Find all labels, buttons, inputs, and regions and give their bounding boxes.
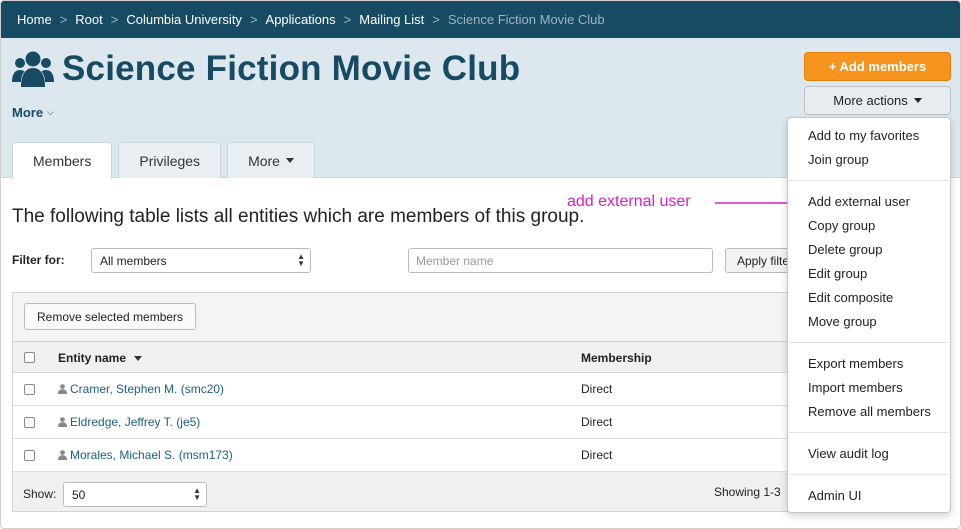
- caret-down-icon: [285, 158, 294, 163]
- entity-link[interactable]: Morales, Michael S. (msm173): [58, 448, 233, 462]
- menu-item-join-group[interactable]: Join group: [808, 152, 869, 167]
- title-row: Science Fiction Movie Club: [12, 49, 520, 89]
- menu-divider: [789, 342, 949, 343]
- menu-item-add-to-favorites[interactable]: Add to my favorites: [808, 128, 919, 143]
- entity-name: Cramer, Stephen M. (smc20): [70, 382, 225, 396]
- menu-item-admin-ui[interactable]: Admin UI: [808, 488, 861, 503]
- menu-item-edit-group[interactable]: Edit group: [808, 266, 867, 281]
- more-actions-menu: Add to my favorites Join group Add exter…: [787, 117, 951, 513]
- table-row: Cramer, Stephen M. (smc20) Direct: [13, 373, 801, 406]
- remove-selected-members-button[interactable]: Remove selected members: [24, 303, 197, 330]
- menu-item-delete-group[interactable]: Delete group: [808, 242, 882, 257]
- menu-divider: [789, 432, 949, 433]
- more-actions-button[interactable]: More actions: [804, 86, 951, 115]
- filter-label: Filter for:: [12, 253, 65, 267]
- filter-select[interactable]: All members ▲ ▼: [91, 248, 311, 273]
- tab-bar: Members Privileges More: [12, 142, 321, 179]
- more-link-label: More: [12, 105, 44, 120]
- row-checkbox[interactable]: [24, 417, 35, 428]
- menu-divider: [789, 180, 949, 181]
- tab-privileges[interactable]: Privileges: [118, 142, 222, 178]
- menu-divider: [789, 474, 949, 475]
- membership-value: Direct: [581, 415, 613, 429]
- more-link[interactable]: More ⌵: [12, 105, 54, 120]
- menu-item-export-members[interactable]: Export members: [808, 356, 903, 371]
- page-size-select[interactable]: 50 ▲ ▼: [63, 482, 207, 507]
- breadcrumb-root[interactable]: Root: [75, 12, 102, 27]
- add-members-button[interactable]: + Add members: [804, 52, 951, 81]
- breadcrumb-columbia[interactable]: Columbia University: [126, 12, 242, 27]
- row-checkbox[interactable]: [24, 450, 35, 461]
- page-title: Science Fiction Movie Club: [62, 49, 521, 88]
- table-footer: Show: 50 ▲ ▼ Showing 1-3: [13, 473, 801, 511]
- member-name-input[interactable]: Member name: [408, 248, 713, 273]
- breadcrumb-separator: >: [110, 12, 119, 27]
- table-row: Eldredge, Jeffrey T. (je5) Direct: [13, 406, 801, 439]
- menu-item-move-group[interactable]: Move group: [808, 314, 877, 329]
- tab-members[interactable]: Members: [12, 142, 113, 179]
- breadcrumb-separator: >: [343, 12, 352, 27]
- entity-name: Eldredge, Jeffrey T. (je5): [70, 415, 201, 429]
- row-checkbox[interactable]: [24, 384, 35, 395]
- updown-arrows-icon: ▲ ▼: [297, 252, 305, 268]
- breadcrumb-current: Science Fiction Movie Club: [447, 12, 605, 27]
- column-label: Entity name: [58, 351, 127, 365]
- tab-more[interactable]: More: [227, 142, 315, 178]
- table-row: Morales, Michael S. (msm173) Direct: [13, 439, 801, 472]
- menu-item-edit-composite[interactable]: Edit composite: [808, 290, 893, 305]
- sort-down-icon: [134, 356, 143, 362]
- breadcrumb-separator: >: [249, 12, 258, 27]
- breadcrumb-separator: >: [59, 12, 68, 27]
- menu-item-import-members[interactable]: Import members: [808, 380, 903, 395]
- annotation-label: add external user: [567, 193, 691, 210]
- caret-down-icon: [913, 98, 922, 103]
- breadcrumb-separator: >: [432, 12, 440, 27]
- breadcrumb: Home > Root > Columbia University > Appl…: [1, 1, 960, 38]
- tab-label: More: [248, 152, 280, 169]
- select-all-checkbox[interactable]: [24, 352, 35, 363]
- more-actions-label: More actions: [833, 93, 908, 108]
- person-icon: [58, 450, 67, 460]
- person-icon: [58, 417, 67, 427]
- column-entity-name[interactable]: Entity name: [58, 351, 143, 365]
- breadcrumb-mailing-list[interactable]: Mailing List: [359, 12, 424, 27]
- breadcrumb-home[interactable]: Home: [17, 12, 52, 27]
- table-header: Entity name Membership: [13, 341, 801, 373]
- column-membership[interactable]: Membership: [581, 351, 652, 365]
- page-size-value: 50: [72, 487, 86, 502]
- breadcrumb-applications[interactable]: Applications: [266, 12, 336, 27]
- entity-link[interactable]: Eldredge, Jeffrey T. (je5): [58, 415, 200, 429]
- membership-value: Direct: [581, 382, 613, 396]
- menu-item-copy-group[interactable]: Copy group: [808, 218, 875, 233]
- members-panel: Remove selected members Entity name Memb…: [12, 292, 802, 512]
- entity-link[interactable]: Cramer, Stephen M. (smc20): [58, 382, 224, 396]
- group-icon: [12, 51, 54, 87]
- tab-label: Members: [33, 153, 92, 169]
- person-icon: [58, 384, 67, 394]
- menu-item-add-external-user[interactable]: Add external user: [808, 194, 910, 209]
- member-name-placeholder: Member name: [416, 253, 494, 268]
- tab-label: Privileges: [139, 152, 201, 169]
- chevron-down-icon: ⌵: [47, 107, 54, 117]
- show-label: Show:: [23, 487, 57, 501]
- entity-name: Morales, Michael S. (msm173): [70, 448, 233, 462]
- menu-item-remove-all-members[interactable]: Remove all members: [808, 404, 931, 419]
- filter-select-value: All members: [100, 253, 167, 268]
- showing-count: Showing 1-3: [714, 485, 781, 499]
- updown-arrows-icon: ▲ ▼: [193, 486, 201, 502]
- app-window: Home > Root > Columbia University > Appl…: [0, 0, 961, 529]
- membership-value: Direct: [581, 448, 613, 462]
- menu-item-view-audit-log[interactable]: View audit log: [808, 446, 889, 461]
- intro-text: The following table lists all entities w…: [12, 206, 585, 227]
